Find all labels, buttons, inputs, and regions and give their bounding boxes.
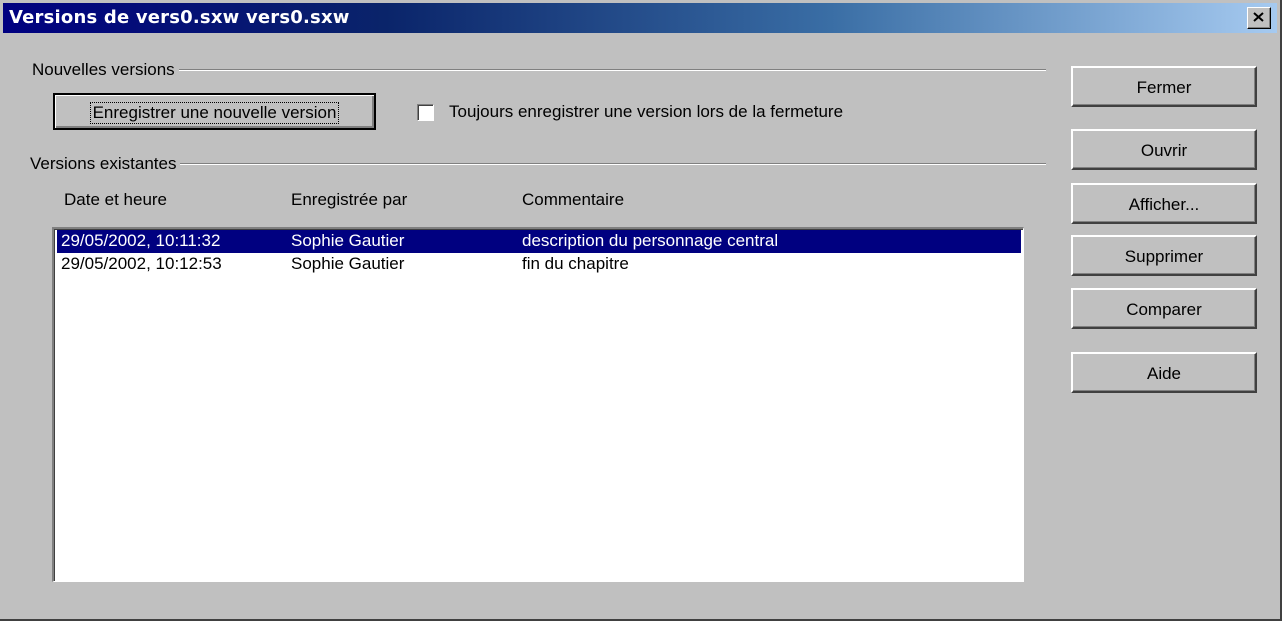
compare-button[interactable]: Comparer (1071, 288, 1257, 329)
close-button[interactable]: Fermer (1071, 66, 1257, 107)
always-save-label[interactable]: Toujours enregistrer une version lors de… (449, 102, 843, 122)
compare-button-label: Comparer (1126, 300, 1202, 319)
version-comment: fin du chapitre (522, 254, 629, 273)
versions-dialog: Versions de vers0.sxw vers0.sxw Nouvelle… (0, 0, 1282, 621)
existing-versions-divider (30, 163, 1046, 165)
show-button[interactable]: Afficher... (1071, 183, 1257, 224)
window-title: Versions de vers0.sxw vers0.sxw (9, 7, 350, 28)
title-bar[interactable]: Versions de vers0.sxw vers0.sxw (3, 3, 1277, 33)
version-comment: description du personnage central (522, 231, 779, 250)
show-button-label: Afficher... (1128, 195, 1200, 214)
help-button[interactable]: Aide (1071, 352, 1257, 393)
version-date: 29/05/2002, 10:11:32 (61, 231, 221, 250)
save-new-version-label: Enregistrer une nouvelle version (89, 102, 340, 124)
column-header-comment[interactable]: Commentaire (522, 190, 624, 210)
delete-button-label: Supprimer (1124, 247, 1204, 266)
delete-button[interactable]: Supprimer (1071, 235, 1257, 276)
versions-list[interactable]: 29/05/2002, 10:11:32 Sophie Gautier desc… (52, 227, 1024, 582)
existing-versions-label: Versions existantes (30, 154, 181, 174)
close-icon (1253, 12, 1264, 22)
open-button[interactable]: Ouvrir (1071, 129, 1257, 170)
new-versions-label: Nouvelles versions (32, 60, 179, 80)
new-versions-divider (40, 69, 1046, 71)
close-window-button[interactable] (1247, 7, 1271, 29)
version-row[interactable]: 29/05/2002, 10:11:32 Sophie Gautier desc… (57, 230, 1021, 253)
version-user: Sophie Gautier (291, 254, 405, 273)
version-user: Sophie Gautier (291, 231, 405, 250)
help-button-label: Aide (1146, 364, 1182, 383)
close-button-label: Fermer (1136, 78, 1192, 97)
version-row[interactable]: 29/05/2002, 10:12:53 Sophie Gautier fin … (57, 253, 1021, 276)
column-header-saved-by[interactable]: Enregistrée par (291, 190, 407, 210)
version-date: 29/05/2002, 10:12:53 (61, 254, 222, 273)
save-new-version-button[interactable]: Enregistrer une nouvelle version (53, 93, 376, 130)
always-save-checkbox[interactable] (417, 104, 434, 121)
column-header-date[interactable]: Date et heure (64, 190, 167, 210)
open-button-label: Ouvrir (1140, 141, 1188, 160)
